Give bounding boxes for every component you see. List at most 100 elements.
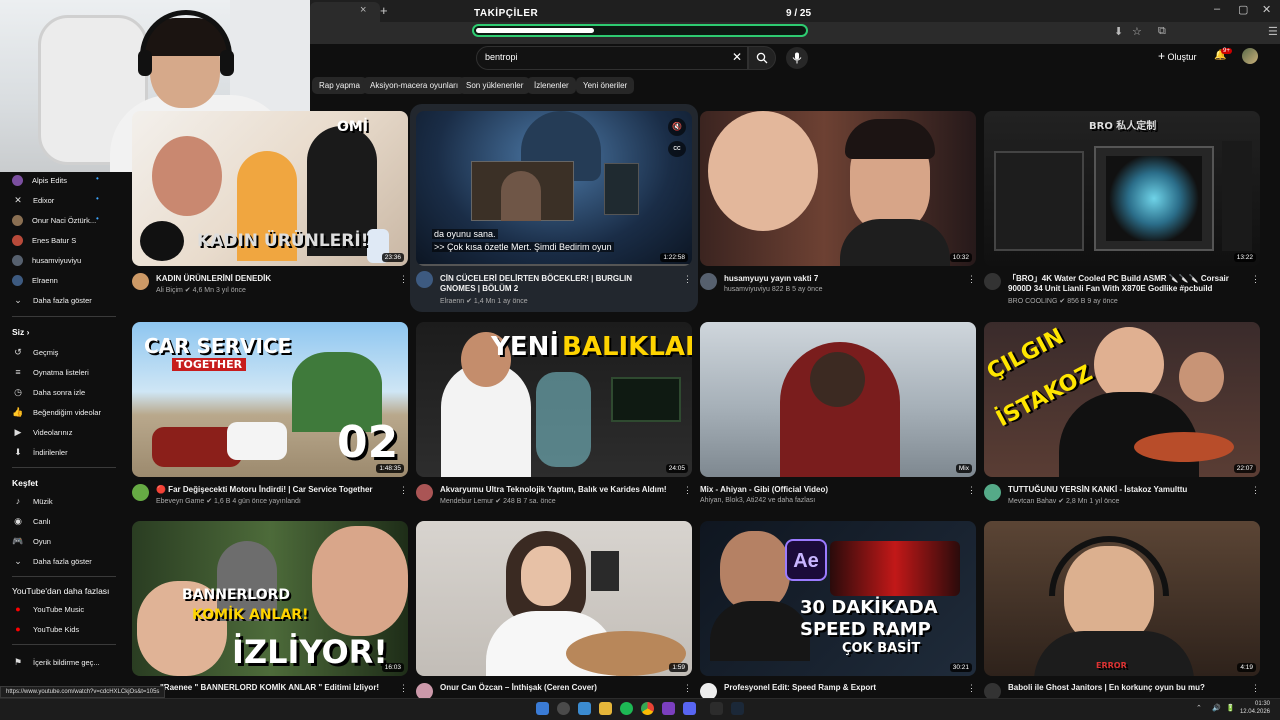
video-title[interactable]: CİN CÜCELERİ DELİRTEN BÖCEKLER! | BURGLI… bbox=[440, 274, 668, 294]
video-thumbnail[interactable]: BANNERLORD KOMİK ANLAR! İZLİYOR! 16:03 bbox=[132, 521, 408, 676]
volume-icon[interactable]: 🔊 bbox=[1212, 704, 1221, 712]
channel-name[interactable]: Ali Biçim bbox=[156, 287, 183, 294]
video-thumbnail[interactable]: Ae 30 DAKİKADA SPEED RAMP ÇOK BASİT 30:2… bbox=[700, 521, 976, 676]
app-icon[interactable] bbox=[662, 702, 675, 715]
channel-name[interactable]: Elraenn bbox=[440, 298, 464, 305]
download-icon[interactable]: ⬇ bbox=[1114, 25, 1123, 38]
video-thumbnail[interactable]: 10:32 bbox=[700, 111, 976, 266]
chrome-icon[interactable] bbox=[641, 702, 654, 715]
sidebar-subscription-enes-batur[interactable]: Enes Batur S bbox=[12, 233, 76, 247]
channel-name[interactable]: husamviyuviyu bbox=[724, 286, 770, 293]
minimize-button[interactable]: – bbox=[1214, 3, 1220, 15]
sidebar-item-report[interactable]: ⚑ İçerik bildirme geç... bbox=[12, 655, 100, 669]
channel-name[interactable]: Mevtcan Bahav bbox=[1008, 498, 1056, 505]
channel-name[interactable]: Ahiyan, Blok3, Ati242 ve daha fazlası bbox=[700, 497, 815, 504]
more-options-icon[interactable]: ⋮ bbox=[967, 274, 976, 285]
channel-name[interactable]: Ebeveyn Game bbox=[156, 498, 204, 505]
sidebar-item-music[interactable]: ♪ Müzik bbox=[12, 494, 53, 508]
video-thumbnail[interactable]: Mix bbox=[700, 322, 976, 477]
video-title[interactable]: 🔴 Far Değişecekti Motoru İndirdi! | Car … bbox=[156, 485, 384, 495]
more-options-icon[interactable]: ⋮ bbox=[683, 683, 692, 694]
extensions-icon[interactable]: ⧉ bbox=[1158, 25, 1166, 38]
more-options-icon[interactable]: ⋮ bbox=[399, 485, 408, 496]
video-preview-player[interactable]: da oyunu sana. >> Çok kısa özetle Mert. … bbox=[416, 111, 692, 266]
chip-rap[interactable]: Rap yapma bbox=[312, 77, 367, 94]
video-title[interactable]: KADIN ÜRÜNLERİNİ DENEDİK bbox=[156, 274, 384, 284]
sidebar-subscription-alpis-edits[interactable]: Alpis Edits bbox=[12, 173, 67, 187]
channel-avatar[interactable] bbox=[132, 273, 149, 290]
browser-menu-icon[interactable]: ☰ bbox=[1268, 25, 1278, 38]
mute-icon[interactable]: 🔇 bbox=[668, 118, 686, 136]
more-options-icon[interactable]: ⋮ bbox=[683, 485, 692, 496]
sidebar-show-more-explore[interactable]: ⌄ Daha fazla göster bbox=[12, 554, 92, 568]
channel-avatar[interactable] bbox=[416, 271, 433, 288]
preview-progress-track[interactable] bbox=[416, 264, 692, 266]
sidebar-item-youtube-music[interactable]: ● YouTube Music bbox=[12, 602, 84, 616]
account-avatar[interactable] bbox=[1242, 48, 1258, 64]
sidebar-you-heading[interactable]: Siz › bbox=[12, 327, 30, 337]
video-title[interactable]: Mix - Ahiyan - Gibi (Official Video) bbox=[700, 485, 928, 495]
spotify-icon[interactable] bbox=[620, 702, 633, 715]
more-options-icon[interactable]: ⋮ bbox=[399, 683, 408, 694]
tab-close-button[interactable]: × bbox=[360, 4, 366, 16]
chip-watched[interactable]: İzlenenler bbox=[527, 77, 576, 94]
search-icon[interactable] bbox=[557, 702, 570, 715]
more-options-icon[interactable]: ⋮ bbox=[683, 274, 692, 285]
video-title[interactable]: Onur Can Özcan – İnthişak (Ceren Cover) bbox=[440, 683, 668, 693]
sidebar-subscription-elraenn[interactable]: Elraenn bbox=[12, 273, 58, 287]
more-options-icon[interactable]: ⋮ bbox=[1251, 274, 1260, 285]
more-options-icon[interactable]: ⋮ bbox=[1251, 485, 1260, 496]
bookmark-star-icon[interactable]: ☆ bbox=[1132, 25, 1142, 38]
sidebar-item-youtube-kids[interactable]: ● YouTube Kids bbox=[12, 622, 79, 636]
sidebar-item-watch-later[interactable]: ◷ Daha sonra izle bbox=[12, 385, 85, 399]
video-title[interactable]: 「BRO」4K Water Cooled PC Build ASMR 🔪🔪🔪 C… bbox=[1008, 274, 1236, 294]
battery-icon[interactable]: 🔋 bbox=[1226, 704, 1235, 712]
sidebar-item-downloads[interactable]: ⬇ İndirilenler bbox=[12, 445, 67, 459]
video-thumbnail[interactable]: YENİ BALIKLAR 24:05 bbox=[416, 322, 692, 477]
sidebar-item-live[interactable]: ◉ Canlı bbox=[12, 514, 50, 528]
steam-icon[interactable] bbox=[731, 702, 744, 715]
sidebar-subscription-husamviyuviyu[interactable]: husamviyuviyu bbox=[12, 253, 81, 267]
sidebar-item-history[interactable]: ↺ Geçmiş bbox=[12, 345, 58, 359]
channel-name[interactable]: Mendebur Lemur bbox=[440, 498, 493, 505]
video-thumbnail[interactable]: CAR SERVICE TOGETHER 02 1:48:35 bbox=[132, 322, 408, 477]
close-window-button[interactable]: ✕ bbox=[1262, 3, 1271, 16]
more-options-icon[interactable]: ⋮ bbox=[399, 274, 408, 285]
sidebar-item-liked-videos[interactable]: 👍 Beğendiğim videolar bbox=[12, 405, 101, 419]
video-thumbnail[interactable]: BRO 私人定制 13:22 bbox=[984, 111, 1260, 266]
windows-start-icon[interactable] bbox=[536, 702, 549, 715]
new-tab-button[interactable]: + bbox=[380, 3, 388, 18]
clear-search-icon[interactable]: ✕ bbox=[732, 50, 742, 64]
video-thumbnail[interactable]: ERROR 4:19 bbox=[984, 521, 1260, 676]
search-button[interactable] bbox=[748, 46, 776, 70]
taskbar-clock[interactable]: 01:30 12.04.2026 bbox=[1240, 700, 1270, 716]
channel-avatar[interactable] bbox=[132, 484, 149, 501]
channel-avatar[interactable] bbox=[700, 273, 717, 290]
browser-tab[interactable] bbox=[310, 2, 380, 22]
video-title[interactable]: Akvaryumu Ultra Teknolojik Yaptım, Balık… bbox=[440, 485, 668, 495]
sidebar-item-playlists[interactable]: ≡ Oynatma listeleri bbox=[12, 365, 89, 379]
sidebar-item-your-videos[interactable]: ▶ Videolarınız bbox=[12, 425, 73, 439]
channel-avatar[interactable] bbox=[984, 484, 1001, 501]
tray-overflow-icon[interactable]: ⌃ bbox=[1196, 704, 1202, 712]
sidebar-subscription-onur-naci[interactable]: Onur Naci Öztürk... bbox=[12, 213, 96, 227]
captions-icon[interactable]: CC bbox=[668, 141, 686, 157]
create-button[interactable]: + Oluştur bbox=[1158, 49, 1197, 65]
video-title[interactable]: "Raenee " BANNERLORD KOMİK ANLAR " Editi… bbox=[160, 683, 388, 693]
maximize-button[interactable]: ▢ bbox=[1238, 3, 1248, 16]
channel-avatar[interactable] bbox=[416, 484, 433, 501]
more-options-icon[interactable]: ⋮ bbox=[967, 485, 976, 496]
video-title[interactable]: TUTTUĞUNU YERSİN KANKİ - İstakoz Yamultt… bbox=[1008, 485, 1236, 495]
video-thumbnail[interactable]: 1:59 bbox=[416, 521, 692, 676]
discord-icon[interactable] bbox=[683, 702, 696, 715]
sidebar-item-gaming[interactable]: 🎮 Oyun bbox=[12, 534, 51, 548]
epic-games-icon[interactable] bbox=[710, 702, 723, 715]
more-options-icon[interactable]: ⋮ bbox=[1251, 683, 1260, 694]
channel-name[interactable]: BRO COOLING bbox=[1008, 298, 1057, 305]
video-thumbnail[interactable]: ÇILGIN İSTAKOZ 22:07 bbox=[984, 322, 1260, 477]
voice-search-button[interactable] bbox=[786, 47, 808, 69]
channel-avatar[interactable] bbox=[984, 273, 1001, 290]
chip-action-adventure[interactable]: Aksiyon-macera oyunları bbox=[363, 77, 466, 94]
more-options-icon[interactable]: ⋮ bbox=[967, 683, 976, 694]
sidebar-show-more-subscriptions[interactable]: ⌄ Daha fazla göster bbox=[12, 293, 92, 307]
